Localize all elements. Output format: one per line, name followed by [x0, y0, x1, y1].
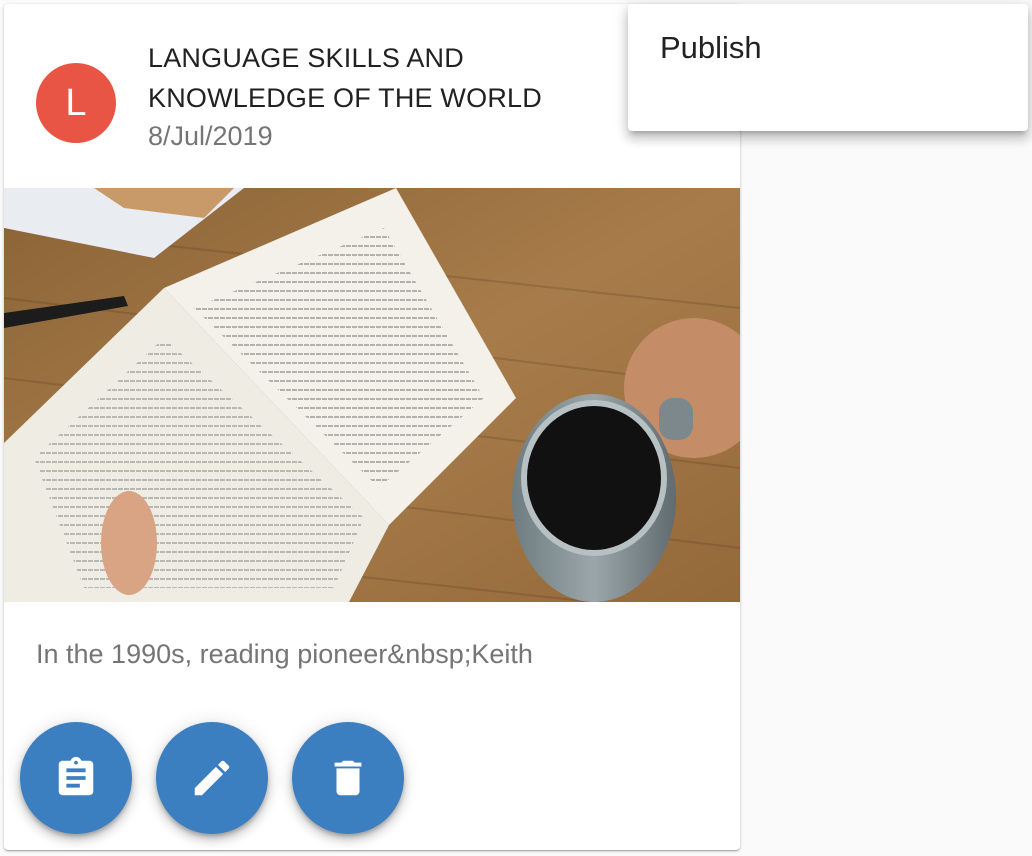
edit-button[interactable] [156, 722, 268, 834]
delete-button[interactable] [292, 722, 404, 834]
post-date: 8/Jul/2019 [148, 121, 273, 151]
post-card: L LANGUAGE SKILLS AND KNOWLEDGE OF THE W… [4, 4, 740, 850]
clipboard-icon [58, 756, 94, 796]
menu-item-label: Publish [660, 30, 762, 65]
avatar: L [36, 63, 116, 143]
post-title: LANGUAGE SKILLS AND KNOWLEDGE OF THE WOR… [148, 43, 542, 113]
trash-icon [334, 760, 362, 796]
actions-menu: Publish [628, 4, 1028, 131]
menu-item-publish[interactable]: Publish [628, 28, 1028, 108]
pencil-icon [194, 760, 230, 796]
card-media-image [4, 188, 740, 602]
post-excerpt: In the 1990s, reading pioneer&nbsp;Keith [36, 639, 533, 669]
view-button[interactable] [20, 722, 132, 834]
